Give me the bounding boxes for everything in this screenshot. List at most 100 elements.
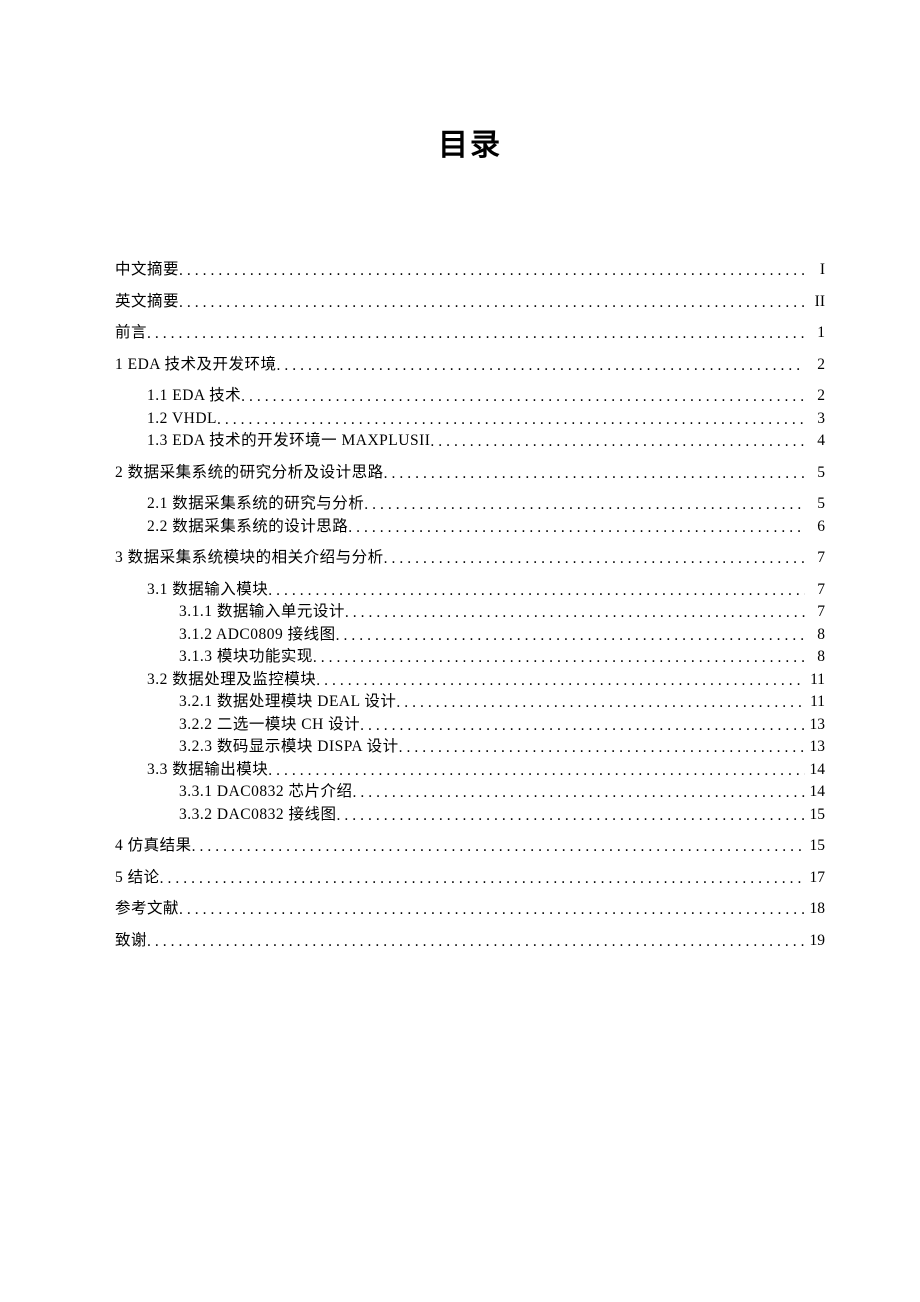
toc-label: 英文摘要 — [115, 294, 179, 310]
toc-entry: 3.1.1 数据输入单元设计 7 — [115, 604, 825, 620]
toc-leader-dots — [336, 628, 805, 644]
toc-leader-dots — [268, 763, 805, 779]
toc-entry: 3.3.2 DAC0832 接线图 15 — [115, 807, 825, 823]
toc-label: 3.3.1 DAC0832 芯片介绍 — [179, 784, 352, 800]
toc-entry: 2.1 数据采集系统的研究与分析 5 — [115, 496, 825, 512]
toc-label: 3.1.1 数据输入单元设计 — [179, 604, 345, 620]
toc-label: 3.3.2 DAC0832 接线图 — [179, 807, 336, 823]
toc-label: 2.2 数据采集系统的设计思路 — [147, 519, 348, 535]
toc-leader-dots — [399, 740, 805, 756]
toc-label: 5 结论 — [115, 870, 160, 886]
toc-label: 3.3 数据输出模块 — [147, 762, 268, 778]
toc-label: 前言 — [115, 325, 147, 341]
toc-entry: 2 数据采集系统的研究分析及设计思路 5 — [115, 465, 825, 481]
toc-label: 2.1 数据采集系统的研究与分析 — [147, 496, 364, 512]
toc-leader-dots — [277, 358, 805, 374]
toc-page-number: 2 — [805, 357, 825, 373]
toc-entry: 3.2.3 数码显示模块 DISPA 设计 13 — [115, 739, 825, 755]
toc-label: 1.3 EDA 技术的开发环境一 MAXPLUSII — [147, 433, 430, 449]
toc-page-number: 14 — [805, 762, 825, 778]
toc-leader-dots — [316, 673, 805, 689]
toc-page-number: 4 — [805, 433, 825, 449]
toc-entry: 1.2 VHDL 3 — [115, 411, 825, 427]
toc-leader-dots — [192, 839, 805, 855]
toc-page-number: 5 — [805, 496, 825, 512]
toc-page-number: 2 — [805, 388, 825, 404]
toc-entry: 4 仿真结果 15 — [115, 838, 825, 854]
toc-entry: 中文摘要 I — [115, 262, 825, 278]
toc-page-number: 7 — [805, 582, 825, 598]
toc-page-number: 19 — [805, 933, 825, 949]
toc-leader-dots — [430, 434, 805, 450]
toc-leader-dots — [345, 605, 805, 621]
toc-entry: 3 数据采集系统模块的相关介绍与分析 7 — [115, 550, 825, 566]
toc-label: 3 数据采集系统模块的相关介绍与分析 — [115, 550, 384, 566]
toc-entry: 1.3 EDA 技术的开发环境一 MAXPLUSII 4 — [115, 433, 825, 449]
toc-leader-dots — [352, 785, 805, 801]
toc-label: 3.1 数据输入模块 — [147, 582, 268, 598]
toc-entry: 3.2 数据处理及监控模块 11 — [115, 672, 825, 688]
toc-page-number: 6 — [805, 519, 825, 535]
toc-leader-dots — [336, 808, 805, 824]
toc-leader-dots — [384, 466, 805, 482]
toc-label: 致谢 — [115, 933, 147, 949]
toc-leader-dots — [217, 412, 805, 428]
toc-entry: 前言 1 — [115, 325, 825, 341]
toc-label: 3.2.2 二选一模块 CH 设计 — [179, 717, 360, 733]
toc-label: 4 仿真结果 — [115, 838, 192, 854]
toc-label: 1.2 VHDL — [147, 411, 217, 427]
toc-page-number: 17 — [805, 870, 825, 886]
toc-page-number: 13 — [805, 739, 825, 755]
toc-entry: 参考文献 18 — [115, 901, 825, 917]
toc-leader-dots — [179, 263, 805, 279]
toc-leader-dots — [313, 650, 805, 666]
toc-label: 3.2 数据处理及监控模块 — [147, 672, 316, 688]
toc-leader-dots — [348, 520, 805, 536]
toc-page-number: 8 — [805, 627, 825, 643]
toc-label: 中文摘要 — [115, 262, 179, 278]
toc-label: 1 EDA 技术及开发环境 — [115, 357, 277, 373]
toc-entry: 2.2 数据采集系统的设计思路 6 — [115, 519, 825, 535]
toc-leader-dots — [384, 551, 805, 567]
toc-entry: 1.1 EDA 技术 2 — [115, 388, 825, 404]
toc-entry: 英文摘要 II — [115, 294, 825, 310]
toc-entry: 3.2.1 数据处理模块 DEAL 设计 11 — [115, 694, 825, 710]
toc-leader-dots — [268, 583, 805, 599]
toc-page-number: 7 — [805, 550, 825, 566]
toc-page-number: 13 — [805, 717, 825, 733]
toc-leader-dots — [364, 497, 805, 513]
toc-page-number: 15 — [805, 807, 825, 823]
toc-leader-dots — [179, 295, 805, 311]
toc-label: 3.1.2 ADC0809 接线图 — [179, 627, 336, 643]
toc-entry: 3.1.3 模块功能实现8 — [115, 649, 825, 665]
toc-page-number: 3 — [805, 411, 825, 427]
toc-leader-dots — [147, 326, 805, 342]
toc-entry: 3.3 数据输出模块 14 — [115, 762, 825, 778]
toc-label: 2 数据采集系统的研究分析及设计思路 — [115, 465, 384, 481]
toc-page-number: II — [805, 294, 825, 310]
toc-leader-dots — [396, 695, 805, 711]
toc-label: 参考文献 — [115, 901, 179, 917]
toc-page-number: I — [805, 262, 825, 278]
toc-entry: 3.2.2 二选一模块 CH 设计 13 — [115, 717, 825, 733]
toc-entry: 3.3.1 DAC0832 芯片介绍 14 — [115, 784, 825, 800]
toc-label: 1.1 EDA 技术 — [147, 388, 241, 404]
toc-leader-dots — [160, 871, 805, 887]
toc-page-number: 1 — [805, 325, 825, 341]
toc-label: 3.2.3 数码显示模块 DISPA 设计 — [179, 739, 399, 755]
toc-entry: 3.1 数据输入模块 7 — [115, 582, 825, 598]
page-title: 目录 — [115, 120, 825, 164]
toc-leader-dots — [147, 934, 805, 950]
toc-label: 3.2.1 数据处理模块 DEAL 设计 — [179, 694, 396, 710]
toc-entry: 3.1.2 ADC0809 接线图 8 — [115, 627, 825, 643]
toc-leader-dots — [179, 902, 805, 918]
toc-page-number: 14 — [805, 784, 825, 800]
toc-page-number: 7 — [805, 604, 825, 620]
toc-label: 3.1.3 模块功能实现 — [179, 649, 313, 665]
toc-entry: 1 EDA 技术及开发环境 2 — [115, 357, 825, 373]
toc-leader-dots — [241, 389, 805, 405]
toc-entry: 致谢 19 — [115, 933, 825, 949]
toc-leader-dots — [360, 718, 805, 734]
toc-page-number: 18 — [805, 901, 825, 917]
toc-page-number: 15 — [805, 838, 825, 854]
